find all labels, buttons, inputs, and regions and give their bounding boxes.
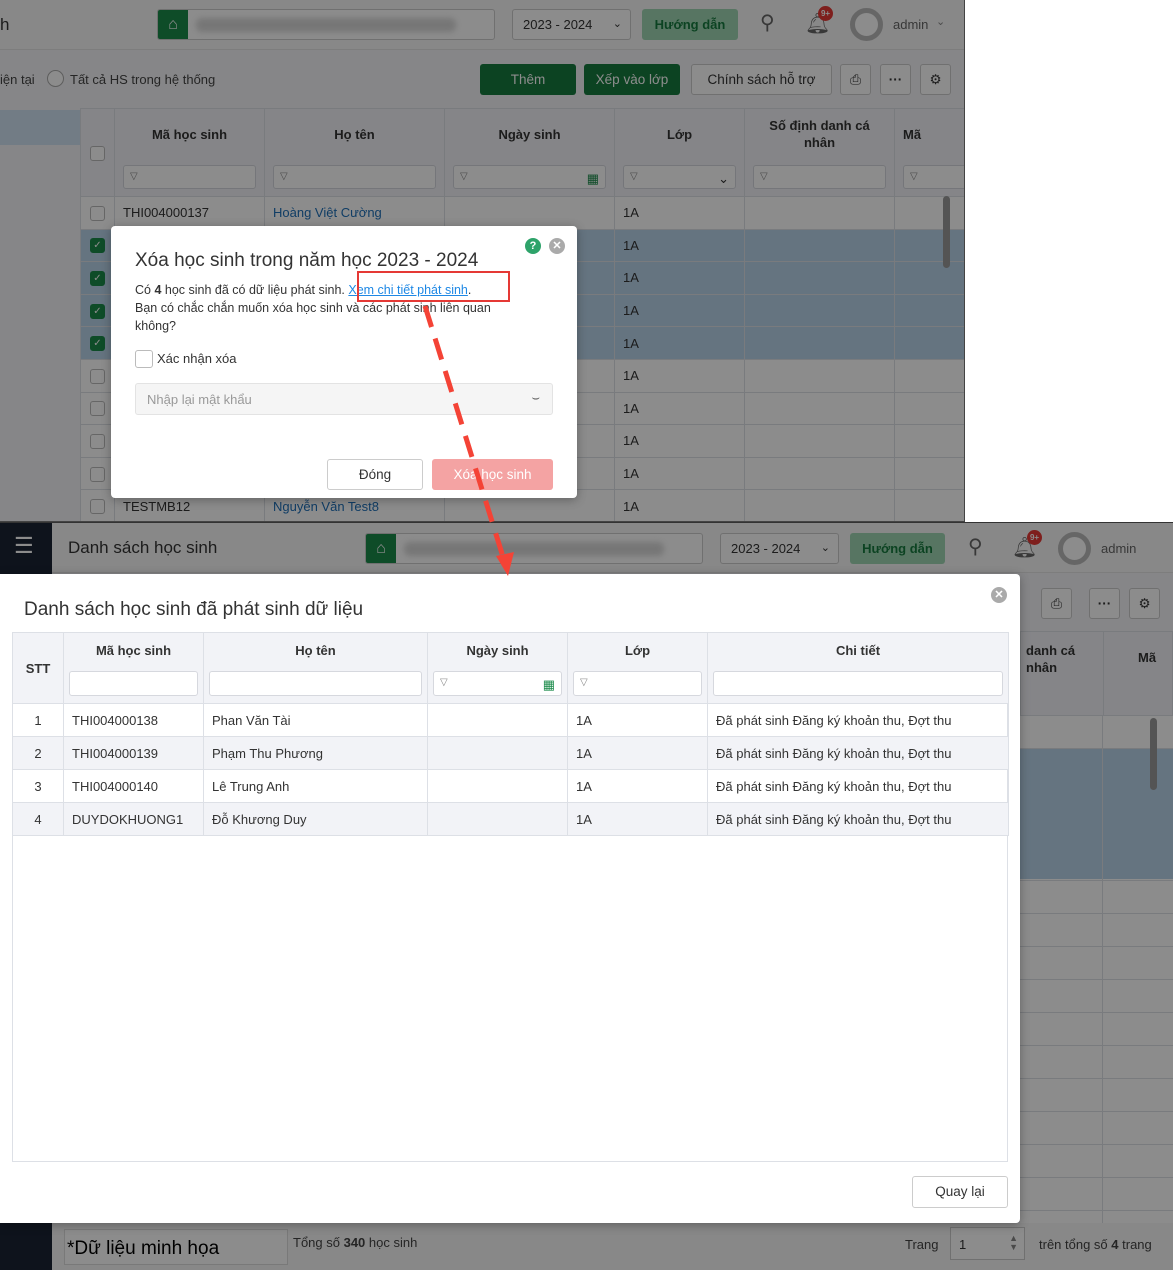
annotation-arrow [422,305,514,576]
